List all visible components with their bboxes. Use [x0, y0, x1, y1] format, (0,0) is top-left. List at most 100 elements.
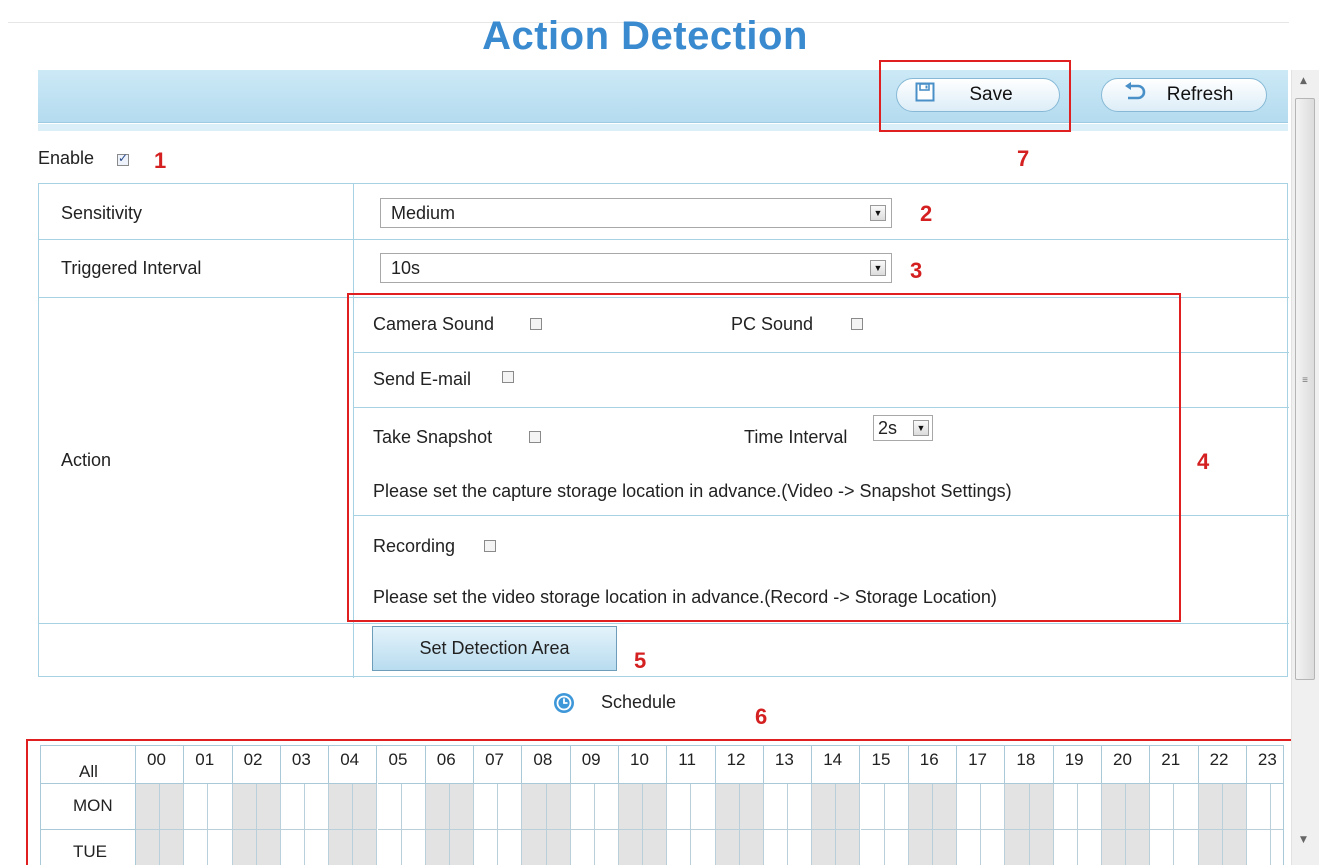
schedule-slot[interactable] — [160, 784, 185, 830]
schedule-slot[interactable] — [1150, 830, 1175, 865]
scroll-thumb[interactable]: ≡ — [1295, 98, 1315, 680]
schedule-slot[interactable] — [1174, 784, 1199, 830]
scrollbar[interactable]: ▲ ≡ ▼ — [1291, 70, 1319, 865]
schedule-slot[interactable] — [812, 830, 837, 865]
schedule-slot[interactable] — [425, 784, 450, 830]
scroll-up-arrow-icon[interactable]: ▲ — [1300, 76, 1307, 86]
schedule-slot[interactable] — [377, 784, 402, 830]
schedule-slot[interactable] — [401, 830, 426, 865]
schedule-slot[interactable] — [184, 830, 209, 865]
schedule-slot[interactable] — [329, 830, 354, 865]
schedule-slot[interactable] — [1029, 784, 1054, 830]
schedule-slot[interactable] — [1005, 784, 1030, 830]
schedule-slot[interactable] — [232, 784, 257, 830]
schedule-slot[interactable] — [788, 830, 813, 865]
schedule-slot[interactable] — [474, 784, 499, 830]
schedule-slot[interactable] — [715, 784, 740, 830]
schedule-all-label[interactable]: All — [79, 762, 98, 782]
schedule-slot[interactable] — [908, 784, 933, 830]
schedule-slot[interactable] — [522, 830, 547, 865]
schedule-slot[interactable] — [1126, 830, 1151, 865]
schedule-slot[interactable] — [1077, 830, 1102, 865]
schedule-slot[interactable] — [957, 784, 982, 830]
day-label[interactable]: TUE — [73, 842, 107, 862]
refresh-button[interactable]: Refresh — [1101, 78, 1267, 112]
schedule-slot[interactable] — [691, 830, 716, 865]
schedule-slot[interactable] — [353, 784, 378, 830]
schedule-slot[interactable] — [957, 830, 982, 865]
schedule-slot[interactable] — [136, 830, 161, 865]
schedule-slot[interactable] — [401, 784, 426, 830]
schedule-slot[interactable] — [280, 830, 306, 865]
schedule-slot[interactable] — [739, 830, 764, 865]
schedule-slot[interactable] — [1271, 784, 1283, 830]
schedule-slot[interactable] — [619, 830, 644, 865]
schedule-slot[interactable] — [1053, 830, 1078, 865]
schedule-slot[interactable] — [1150, 784, 1175, 830]
schedule-slot[interactable] — [884, 784, 909, 830]
day-label[interactable]: MON — [73, 796, 113, 816]
schedule-slot[interactable] — [643, 784, 668, 830]
schedule-slot[interactable] — [836, 784, 861, 830]
camera-sound-checkbox[interactable] — [530, 318, 542, 330]
schedule-slot[interactable] — [570, 784, 595, 830]
schedule-slot[interactable] — [256, 830, 281, 865]
schedule-slot[interactable] — [1005, 830, 1030, 865]
schedule-slot[interactable] — [715, 830, 740, 865]
schedule-slot[interactable] — [619, 784, 644, 830]
schedule-slot[interactable] — [1246, 784, 1272, 830]
schedule-slot[interactable] — [353, 830, 378, 865]
schedule-slot[interactable] — [1222, 784, 1247, 830]
recording-checkbox[interactable] — [484, 540, 496, 552]
schedule-slot[interactable] — [1077, 784, 1102, 830]
schedule-slot[interactable] — [305, 830, 330, 865]
schedule-slot[interactable] — [860, 830, 885, 865]
schedule-slot[interactable] — [522, 784, 547, 830]
schedule-slot[interactable] — [1198, 830, 1223, 865]
schedule-slot[interactable] — [208, 784, 233, 830]
schedule-slot[interactable] — [377, 830, 402, 865]
schedule-slot[interactable] — [981, 784, 1006, 830]
schedule-slot[interactable] — [594, 830, 619, 865]
schedule-slot[interactable] — [932, 784, 958, 830]
interval-select[interactable]: 10s ▼ — [380, 253, 892, 283]
schedule-slot[interactable] — [691, 784, 716, 830]
schedule-slot[interactable] — [570, 830, 595, 865]
schedule-slot[interactable] — [932, 830, 958, 865]
schedule-slot[interactable] — [329, 784, 354, 830]
schedule-slot[interactable] — [812, 784, 837, 830]
schedule-slot[interactable] — [1126, 784, 1151, 830]
schedule-slot[interactable] — [305, 784, 330, 830]
pc-sound-checkbox[interactable] — [851, 318, 863, 330]
schedule-slot[interactable] — [449, 830, 475, 865]
schedule-slot[interactable] — [546, 784, 571, 830]
schedule-slot[interactable] — [1053, 784, 1078, 830]
send-email-checkbox[interactable] — [502, 371, 514, 383]
schedule-slot[interactable] — [667, 784, 692, 830]
schedule-slot[interactable] — [1174, 830, 1199, 865]
set-detection-area-button[interactable]: Set Detection Area — [372, 626, 617, 671]
schedule-slot[interactable] — [594, 784, 619, 830]
schedule-slot[interactable] — [232, 830, 257, 865]
schedule-slot[interactable] — [425, 830, 450, 865]
schedule-slot[interactable] — [1029, 830, 1054, 865]
schedule-slot[interactable] — [1102, 830, 1127, 865]
schedule-slot[interactable] — [739, 784, 764, 830]
schedule-slot[interactable] — [860, 784, 885, 830]
schedule-slot[interactable] — [788, 784, 813, 830]
enable-checkbox[interactable] — [117, 151, 129, 166]
schedule-slot[interactable] — [763, 830, 789, 865]
schedule-slot[interactable] — [1246, 830, 1272, 865]
schedule-slot[interactable] — [1271, 830, 1283, 865]
schedule-slot[interactable] — [836, 830, 861, 865]
schedule-slot[interactable] — [908, 830, 933, 865]
schedule-slot[interactable] — [884, 830, 909, 865]
schedule-slot[interactable] — [449, 784, 475, 830]
schedule-slot[interactable] — [1102, 784, 1127, 830]
take-snapshot-checkbox[interactable] — [529, 431, 541, 443]
schedule-slot[interactable] — [667, 830, 692, 865]
time-interval-select[interactable]: 2s ▼ — [873, 415, 933, 441]
schedule-slot[interactable] — [498, 830, 523, 865]
schedule-slot[interactable] — [498, 784, 523, 830]
schedule-slot[interactable] — [184, 784, 209, 830]
